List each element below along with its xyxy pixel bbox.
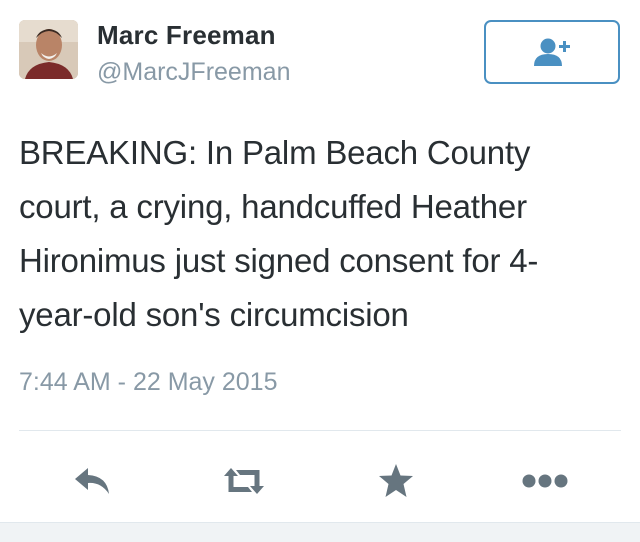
retweet-icon	[224, 468, 264, 494]
display-name[interactable]: Marc Freeman	[97, 20, 276, 51]
favorite-button[interactable]	[371, 456, 421, 506]
retweet-button[interactable]	[219, 456, 269, 506]
favorite-star-icon	[379, 464, 413, 497]
tweet-actions	[0, 456, 640, 506]
tweet-text: BREAKING: In Palm Beach County court, a …	[19, 134, 539, 333]
divider	[19, 430, 621, 431]
avatar-photo-icon	[19, 20, 78, 79]
user-handle[interactable]: @MarcJFreeman	[97, 58, 290, 87]
more-button[interactable]	[520, 456, 570, 506]
reply-button[interactable]	[68, 456, 118, 506]
reply-icon	[75, 468, 109, 494]
bottom-strip	[0, 523, 640, 542]
add-user-icon	[534, 38, 570, 66]
follow-button[interactable]	[484, 20, 620, 84]
tweet-card: Marc Freeman @MarcJFreeman BREAKING: In …	[0, 0, 640, 523]
more-dots-icon	[522, 474, 568, 488]
avatar[interactable]	[19, 20, 78, 79]
tweet-timestamp[interactable]: 7:44 AM - 22 May 2015	[19, 368, 277, 397]
